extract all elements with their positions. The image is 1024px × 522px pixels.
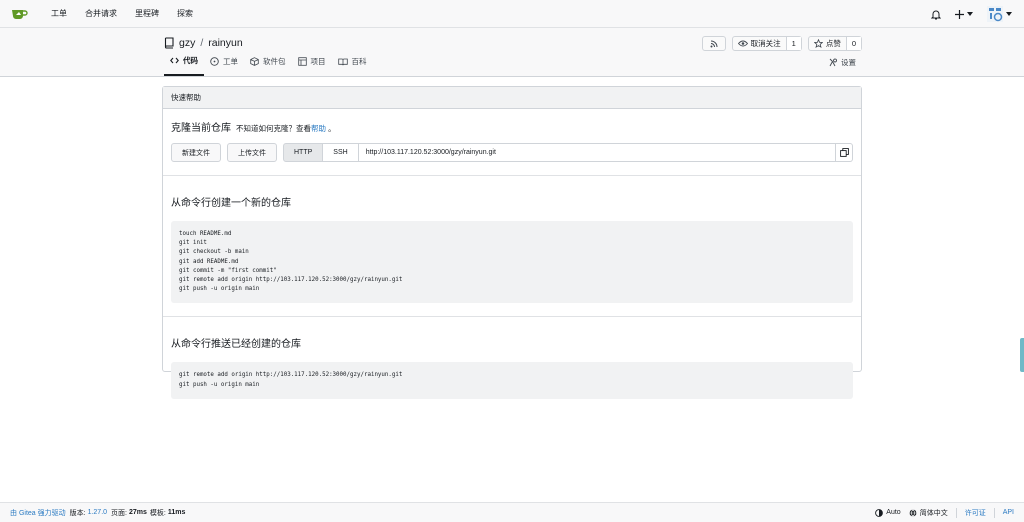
template-time: 11ms <box>167 509 186 516</box>
tab-wiki-label: 百科 <box>351 57 367 66</box>
template-time-label: 模板: <box>149 509 166 517</box>
code-icon <box>170 57 179 64</box>
tab-code-label: 代码 <box>183 56 198 65</box>
clone-row: 新建文件 上传文件 HTTP SSH http://103.117.120.52… <box>171 143 853 162</box>
tab-projects[interactable]: 项目 <box>292 55 332 76</box>
nav-pulls[interactable]: 合并请求 <box>85 8 117 19</box>
license-link[interactable]: 许可证 <box>965 508 986 518</box>
unwatch-button[interactable]: 取消关注 <box>733 37 786 50</box>
api-link[interactable]: API <box>1003 509 1014 516</box>
http-toggle[interactable]: HTTP <box>283 143 324 162</box>
tab-issues-label: 工单 <box>223 57 238 66</box>
create-repo-code: touch README.md git init git checkout -b… <box>171 221 853 304</box>
powered-by-link[interactable]: 由 Gitea 强力驱动 <box>10 508 66 518</box>
tab-issues[interactable]: 工单 <box>204 55 244 76</box>
watch-count[interactable]: 1 <box>785 37 801 50</box>
footer-separator <box>993 507 995 518</box>
clone-url-input[interactable]: http://103.117.120.52:3000/gzy/rainyun.g… <box>358 143 836 162</box>
repo-actions: 取消关注 1 点赞 0 <box>701 36 862 51</box>
footer-separator <box>955 507 957 518</box>
version-link[interactable]: 1.27.0 <box>88 509 107 516</box>
clone-hint: 不知道如何克隆？查看帮助 。 <box>236 123 336 134</box>
repo-header: gzy / rainyun 取消关注 1 点赞 0 代码 工单 软件包 项目 百… <box>0 28 1024 77</box>
new-file-button[interactable]: 新建文件 <box>171 143 221 162</box>
globe-icon <box>909 508 917 517</box>
watch-button-group: 取消关注 1 <box>731 36 802 51</box>
tab-projects-label: 项目 <box>310 57 326 66</box>
copy-url-button[interactable] <box>836 143 853 162</box>
notifications-bell-icon[interactable] <box>931 9 941 20</box>
star-icon <box>813 39 823 48</box>
ssh-toggle[interactable]: SSH <box>323 143 359 162</box>
gitea-logo-icon[interactable] <box>10 4 30 24</box>
rss-button[interactable] <box>701 36 726 51</box>
theme-label: Auto <box>886 509 901 516</box>
clone-help-link[interactable]: 帮助 <box>311 124 326 133</box>
repo-name-link[interactable]: rainyun <box>208 37 242 49</box>
repo-separator: / <box>200 37 204 49</box>
nav-milestones[interactable]: 里程碑 <box>135 8 159 19</box>
theme-selector[interactable]: Auto <box>875 508 901 517</box>
clone-section: 克隆当前仓库 不知道如何克隆？查看帮助 。 新建文件 上传文件 HTTP SSH… <box>163 109 861 175</box>
push-repo-section: 从命令行推送已经创建的仓库 git remote add origin http… <box>163 317 861 399</box>
repo-owner-link[interactable]: gzy <box>179 37 195 49</box>
tab-wiki[interactable]: 百科 <box>332 55 373 76</box>
upload-file-button[interactable]: 上传文件 <box>227 143 277 162</box>
star-button-group: 点赞 0 <box>807 36 862 51</box>
chevron-down-icon <box>967 12 973 16</box>
tab-settings-label: 设置 <box>841 58 856 67</box>
eye-icon <box>737 40 748 47</box>
tab-packages[interactable]: 软件包 <box>244 55 292 76</box>
watch-label: 取消关注 <box>750 39 781 48</box>
nav-issues[interactable]: 工单 <box>51 8 67 19</box>
clone-heading: 克隆当前仓库 <box>171 123 231 134</box>
issue-icon <box>210 57 219 66</box>
push-repo-title: 从命令行推送已经创建的仓库 <box>171 339 301 351</box>
repo-icon <box>164 37 174 49</box>
package-icon <box>250 57 259 66</box>
language-selector[interactable]: 简体中文 <box>909 508 948 518</box>
tab-settings[interactable]: 设置 <box>828 57 856 68</box>
theme-contrast-icon <box>875 508 884 517</box>
repo-tabs: 代码 工单 软件包 项目 百科 <box>164 55 373 76</box>
user-avatar-menu[interactable] <box>987 6 1012 22</box>
page-footer: 由 Gitea 强力驱动 版本: 1.27.0 页面: 27ms 模板: 11m… <box>0 502 1024 522</box>
clone-hint-end: 。 <box>328 124 336 133</box>
create-repo-title: 从命令行创建一个新的仓库 <box>171 198 291 209</box>
side-scroll-handle[interactable] <box>1020 338 1024 372</box>
top-navbar: 工单 合并请求 里程碑 探索 <box>0 0 1024 28</box>
page-time-label: 页面: <box>111 509 127 517</box>
create-new-dropdown[interactable] <box>955 9 973 19</box>
copy-icon <box>839 148 849 157</box>
page-time: 27ms <box>129 509 147 516</box>
star-button[interactable]: 点赞 <box>809 37 846 50</box>
create-repo-section: 从命令行创建一个新的仓库 touch README.md git init gi… <box>163 176 861 316</box>
footer-right: Auto 简体中文 许可证 API <box>875 507 1014 518</box>
star-label: 点赞 <box>825 39 841 48</box>
nav-explore[interactable]: 探索 <box>177 8 193 19</box>
project-icon <box>297 57 307 66</box>
tab-code[interactable]: 代码 <box>164 55 204 76</box>
rss-icon <box>703 37 725 50</box>
book-icon <box>337 58 348 65</box>
panel-header: 快速帮助 <box>163 87 861 109</box>
avatar <box>987 6 1003 22</box>
chevron-down-icon <box>1006 12 1012 16</box>
language-label: 简体中文 <box>919 509 948 517</box>
tools-icon <box>829 58 837 67</box>
clone-hint-text: 不知道如何克隆？查看 <box>236 124 311 133</box>
star-count[interactable]: 0 <box>845 37 861 50</box>
repo-title: gzy / rainyun <box>164 37 243 49</box>
plus-icon <box>955 9 964 19</box>
quick-help-panel: 快速帮助 克隆当前仓库 不知道如何克隆？查看帮助 。 新建文件 上传文件 HTT… <box>162 86 862 399</box>
clone-title: 克隆当前仓库 不知道如何克隆？查看帮助 。 <box>171 119 853 134</box>
tab-packages-label: 软件包 <box>263 57 286 66</box>
push-repo-code: git remote add origin http://103.117.120… <box>171 362 853 399</box>
version-label: 版本: <box>69 509 86 517</box>
